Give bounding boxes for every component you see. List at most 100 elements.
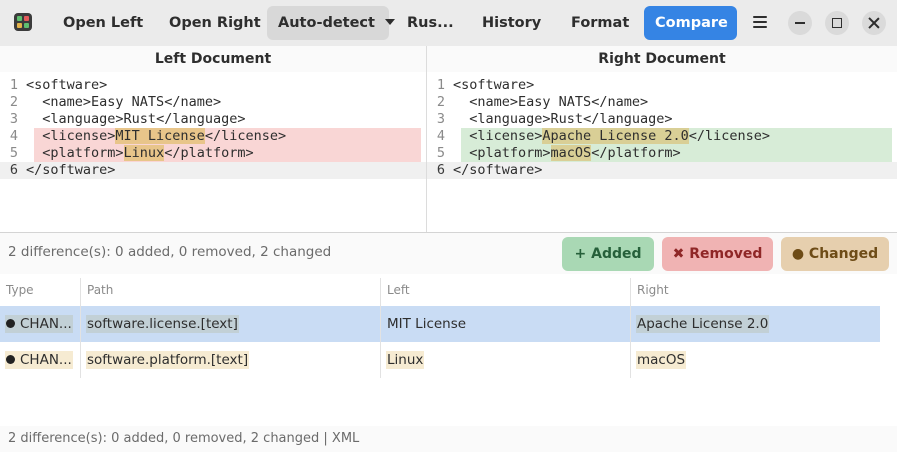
right-document-title: Right Document: [427, 46, 897, 72]
line-number: 6: [436, 162, 445, 178]
line-text-value: Rust: [550, 111, 584, 127]
line-text: </software>: [26, 162, 116, 178]
app-icon: [14, 13, 32, 31]
code-line: 4 <license>MIT License</license>: [0, 128, 286, 145]
left-editor[interactable]: 1 <software> 2 <name>Easy NATS</name> 3 <…: [0, 72, 426, 232]
line-text-pre: <name>: [26, 94, 92, 110]
line-text-post: </platform>: [164, 145, 254, 161]
code-line: 5 <platform>macOS</platform>: [427, 145, 681, 162]
line-number: 5: [9, 145, 18, 161]
line-text-value: Easy NATS: [91, 94, 165, 110]
changed-value-highlight: Apache License 2.0: [542, 128, 689, 144]
open-left-button[interactable]: Open Left: [52, 6, 154, 40]
line-text-pre: <language>: [453, 111, 551, 127]
language-button[interactable]: Rus...: [396, 6, 465, 40]
line-text-post: </language>: [156, 111, 246, 127]
code-line-current: 6 </software>: [0, 162, 426, 179]
line-text-pre: <platform>: [26, 145, 124, 161]
status-bar: 2 difference(s): 0 added, 0 removed, 2 c…: [0, 426, 897, 452]
column-header-path[interactable]: Path: [81, 274, 113, 306]
line-text-pre: <platform>: [453, 145, 551, 161]
code-line: 3 <language>Rust</language>: [427, 111, 673, 128]
line-text: </software>: [453, 162, 543, 178]
column-separator[interactable]: [380, 278, 381, 378]
history-button[interactable]: History: [471, 6, 552, 40]
path-cell: software.license.[text]: [86, 315, 239, 333]
type-text: CHAN...: [20, 316, 72, 332]
type-text: CHAN...: [20, 352, 72, 368]
code-line-current: 6 </software>: [427, 162, 897, 179]
line-number: 4: [9, 128, 18, 144]
format-button[interactable]: Format: [560, 6, 640, 40]
line-text: <software>: [453, 77, 535, 93]
open-right-button[interactable]: Open Right: [158, 6, 272, 40]
line-number: 5: [436, 145, 445, 161]
compare-button[interactable]: Compare: [644, 6, 737, 40]
changed-value-highlight: Linux: [123, 145, 165, 161]
diff-summary: 2 difference(s): 0 added, 0 removed, 2 c…: [8, 244, 332, 260]
path-cell: software.platform.[text]: [86, 351, 250, 369]
minimize-icon: [795, 22, 805, 24]
left-value-cell: Linux: [386, 351, 425, 369]
code-line: 2 <name>Easy NATS</name>: [427, 94, 648, 111]
format-select-dropdown[interactable]: Auto-detect: [267, 6, 395, 40]
table-row-selected[interactable]: CHAN... software.license.[text] MIT Lice…: [0, 306, 880, 342]
filter-changed-button[interactable]: ● Changed: [781, 237, 889, 271]
code-line: 5 <platform>Linux</platform>: [0, 145, 254, 162]
close-button[interactable]: [862, 11, 886, 35]
open-right-label: Open Right: [169, 15, 261, 31]
code-line: 1 <software>: [427, 77, 534, 94]
left-value-cell: MIT License: [387, 316, 467, 332]
line-text-value: Rust: [123, 111, 157, 127]
line-text-pre: <language>: [26, 111, 124, 127]
close-icon: [868, 17, 880, 29]
line-text-post: </platform>: [591, 145, 681, 161]
right-value-cell: macOS: [636, 351, 687, 369]
line-text: <software>: [26, 77, 108, 93]
hamburger-menu-icon[interactable]: [753, 16, 767, 28]
line-text-value: Easy NATS: [518, 94, 592, 110]
column-header-left[interactable]: Left: [381, 274, 410, 306]
language-label: Rus...: [407, 15, 454, 31]
line-text-post: </license>: [204, 128, 287, 144]
format-label: Format: [571, 15, 630, 31]
table-row[interactable]: CHAN... software.platform.[text] Linux m…: [0, 342, 880, 378]
line-number: 1: [436, 77, 445, 93]
minimize-button[interactable]: [788, 11, 812, 35]
format-select-label: Auto-detect: [278, 15, 375, 31]
chevron-down-icon: [384, 19, 395, 25]
line-text-post: </name>: [164, 94, 222, 110]
column-separator[interactable]: [630, 278, 631, 378]
line-text-pre: <license>: [26, 128, 116, 144]
filter-added-button[interactable]: + Added: [562, 237, 654, 271]
line-number: 3: [436, 111, 445, 127]
line-text-pre: <name>: [453, 94, 519, 110]
line-text-post: </language>: [583, 111, 673, 127]
code-line: 1 <software>: [0, 77, 107, 94]
maximize-button[interactable]: [825, 11, 849, 35]
type-cell: CHAN...: [5, 315, 73, 333]
right-editor[interactable]: 1 <software> 2 <name>Easy NATS</name> 3 <…: [427, 72, 897, 232]
code-line: 3 <language>Rust</language>: [0, 111, 246, 128]
header-bar: Open Left Open Right Auto-detect Rus... …: [0, 0, 897, 46]
open-left-label: Open Left: [63, 15, 144, 31]
line-text-post: </name>: [591, 94, 649, 110]
code-line: 4 <license>Apache License 2.0</license>: [427, 128, 770, 145]
type-cell: CHAN...: [5, 351, 73, 369]
column-header-type[interactable]: Type: [0, 274, 34, 306]
history-label: History: [482, 15, 542, 31]
maximize-icon: [832, 18, 842, 28]
column-header-right[interactable]: Right: [631, 274, 669, 306]
left-document-title: Left Document: [0, 46, 426, 72]
changed-dot-icon: [6, 318, 15, 328]
line-text-pre: <license>: [453, 128, 543, 144]
line-number: 1: [9, 77, 18, 93]
changed-value-highlight: MIT License: [115, 128, 205, 144]
differences-table: Type Path Left Right CHAN... software.li…: [0, 274, 897, 426]
filter-removed-button[interactable]: ✖ Removed: [662, 237, 773, 271]
line-number: 2: [436, 94, 445, 110]
line-number: 2: [9, 94, 18, 110]
split-handle[interactable]: [0, 232, 897, 233]
column-separator[interactable]: [80, 278, 81, 378]
line-number: 6: [9, 162, 18, 178]
